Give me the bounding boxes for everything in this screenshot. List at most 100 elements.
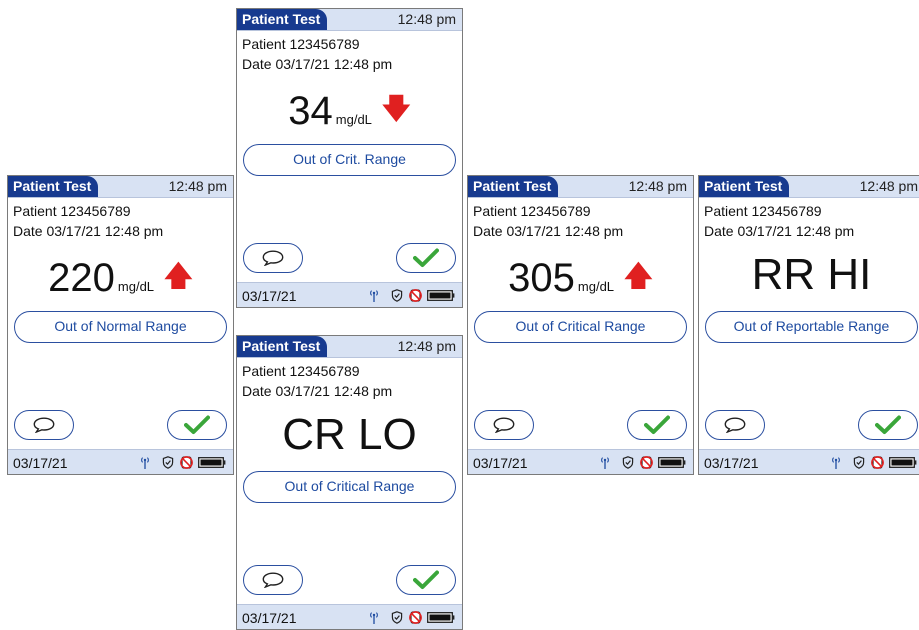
result-value: 34	[288, 89, 333, 133]
meter-screen-305: Patient Test 12:48 pm Patient 123456789 …	[467, 175, 694, 475]
patient-id: Patient 123456789	[242, 363, 360, 379]
patient-id: Patient 123456789	[704, 203, 822, 219]
range-status-button[interactable]: Out of Crit. Range	[243, 144, 456, 176]
header-bar: Patient Test 12:48 pm	[237, 9, 462, 31]
battery-full-icon	[427, 611, 455, 623]
header-time: 12:48 pm	[397, 11, 456, 27]
test-date: Date 03/17/21 12:48 pm	[704, 223, 855, 239]
checkmark-icon	[644, 415, 670, 434]
range-status-button[interactable]: Out of Normal Range	[14, 311, 227, 343]
status-date: 03/17/21	[473, 455, 528, 471]
status-icons	[831, 455, 917, 469]
status-date: 03/17/21	[242, 288, 297, 304]
antenna-icon	[369, 611, 379, 624]
speech-bubble-icon	[262, 250, 284, 266]
meter-screen-cr-lo: Patient Test 12:48 pm Patient 123456789 …	[236, 335, 463, 630]
result-reading: 220 mg/dL 🡅	[8, 255, 233, 301]
crossed-out-battery-icon	[179, 455, 194, 469]
accept-button[interactable]	[396, 243, 456, 273]
battery-full-icon	[198, 456, 226, 468]
meter-screen-34: Patient Test 12:48 pm Patient 123456789 …	[236, 8, 463, 308]
comment-button[interactable]	[474, 410, 534, 440]
range-status-button[interactable]: Out of Reportable Range	[705, 311, 918, 343]
speech-bubble-icon	[493, 417, 515, 433]
status-icons	[140, 455, 226, 469]
test-date: Date 03/17/21 12:48 pm	[13, 223, 164, 239]
battery-full-icon	[427, 289, 455, 301]
checkmark-icon	[184, 415, 210, 434]
patient-id: Patient 123456789	[473, 203, 591, 219]
screen-title: Patient Test	[242, 338, 321, 354]
shield-check-icon	[162, 455, 174, 469]
status-icons	[369, 610, 455, 624]
crossed-out-battery-icon	[870, 455, 885, 469]
accept-button[interactable]	[167, 410, 227, 440]
comment-button[interactable]	[243, 565, 303, 595]
result-code: RR HI	[751, 250, 872, 299]
battery-full-icon	[889, 456, 917, 468]
battery-full-icon	[658, 456, 686, 468]
antenna-icon	[600, 456, 610, 469]
status-bar: 03/17/21	[237, 604, 462, 629]
speech-bubble-icon	[724, 417, 746, 433]
accept-button[interactable]	[858, 410, 918, 440]
status-bar: 03/17/21	[699, 449, 919, 474]
patient-id: Patient 123456789	[242, 36, 360, 52]
shield-check-icon	[853, 455, 865, 469]
result-reading: 305 mg/dL 🡅	[468, 255, 693, 301]
antenna-icon	[369, 289, 379, 302]
crossed-out-battery-icon	[408, 288, 423, 302]
status-date: 03/17/21	[242, 610, 297, 626]
result-reading: 34 mg/dL 🡇	[237, 88, 462, 134]
header-bar: Patient Test 12:48 pm	[468, 176, 693, 198]
crossed-out-battery-icon	[408, 610, 423, 624]
arrow-up-icon: 🡅	[624, 260, 653, 291]
screen-title: Patient Test	[704, 178, 783, 194]
result-unit: mg/dL	[577, 279, 615, 294]
screen-title: Patient Test	[473, 178, 552, 194]
test-date: Date 03/17/21 12:48 pm	[473, 223, 624, 239]
comment-button[interactable]	[14, 410, 74, 440]
result-unit: mg/dL	[117, 279, 155, 294]
result-value: 220	[48, 256, 115, 300]
status-bar: 03/17/21	[8, 449, 233, 474]
checkmark-icon	[413, 248, 439, 267]
speech-bubble-icon	[33, 417, 55, 433]
screen-title: Patient Test	[13, 178, 92, 194]
result-code: CR LO	[282, 410, 417, 459]
comment-button[interactable]	[243, 243, 303, 273]
antenna-icon	[831, 456, 841, 469]
header-bar: Patient Test 12:48 pm	[8, 176, 233, 198]
result-value: 305	[508, 256, 575, 300]
header-time: 12:48 pm	[628, 178, 687, 194]
status-date: 03/17/21	[13, 455, 68, 471]
shield-check-icon	[391, 610, 403, 624]
result-unit: mg/dL	[335, 112, 372, 127]
shield-check-icon	[391, 288, 403, 302]
status-bar: 03/17/21	[468, 449, 693, 474]
arrow-down-icon: 🡇	[381, 93, 411, 124]
header-time: 12:48 pm	[168, 178, 227, 194]
arrow-up-icon: 🡅	[164, 260, 193, 291]
antenna-icon	[140, 456, 150, 469]
header-time: 12:48 pm	[859, 178, 918, 194]
status-date: 03/17/21	[704, 455, 759, 471]
header-bar: Patient Test 12:48 pm	[237, 336, 462, 358]
patient-id: Patient 123456789	[13, 203, 131, 219]
status-bar: 03/17/21	[237, 282, 462, 307]
meter-screen-rr-hi: Patient Test 12:48 pm Patient 123456789 …	[698, 175, 919, 475]
status-icons	[600, 455, 686, 469]
meter-screen-220: Patient Test 12:48 pm Patient 123456789 …	[7, 175, 234, 475]
screen-title: Patient Test	[242, 11, 321, 27]
accept-button[interactable]	[627, 410, 687, 440]
shield-check-icon	[622, 455, 634, 469]
range-status-button[interactable]: Out of Critical Range	[243, 471, 456, 503]
range-status-button[interactable]: Out of Critical Range	[474, 311, 687, 343]
comment-button[interactable]	[705, 410, 765, 440]
status-icons	[369, 288, 455, 302]
accept-button[interactable]	[396, 565, 456, 595]
header-bar: Patient Test 12:48 pm	[699, 176, 919, 198]
checkmark-icon	[875, 415, 901, 434]
test-date: Date 03/17/21 12:48 pm	[242, 56, 393, 72]
test-date: Date 03/17/21 12:48 pm	[242, 383, 393, 399]
